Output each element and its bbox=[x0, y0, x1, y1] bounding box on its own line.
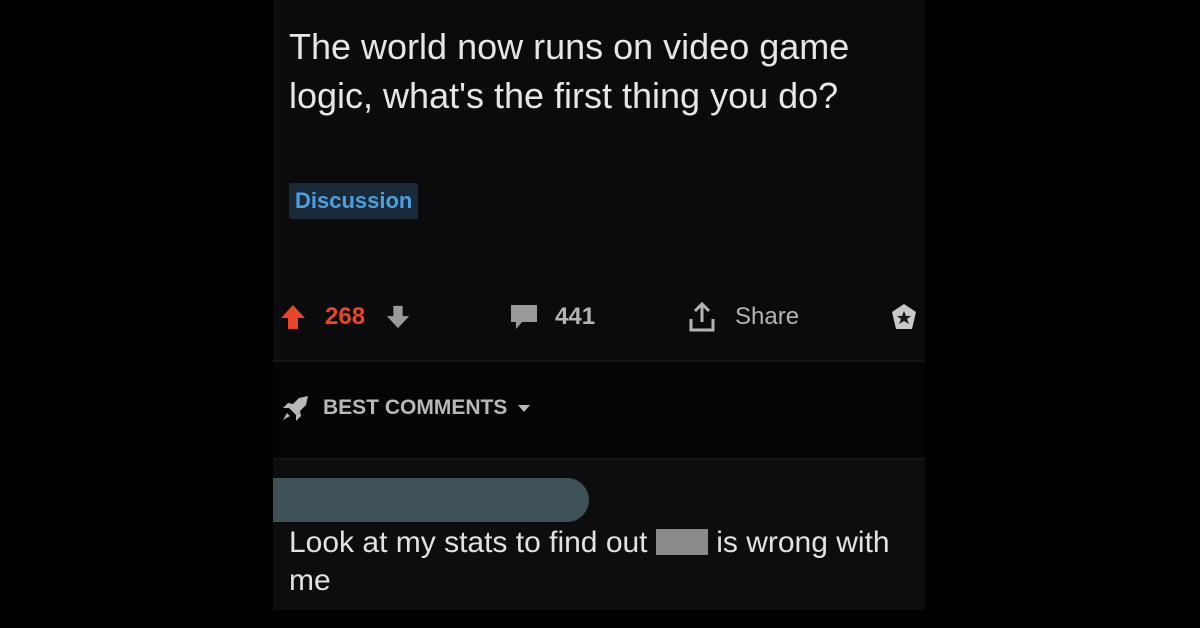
redacted-username bbox=[273, 478, 589, 522]
post-title[interactable]: The world now runs on video game logic, … bbox=[289, 22, 889, 120]
post-flair[interactable]: Discussion bbox=[289, 183, 419, 219]
award-button[interactable] bbox=[889, 295, 919, 339]
chevron-down-icon bbox=[517, 403, 531, 413]
rocket-icon bbox=[281, 394, 311, 422]
comment-text: Look at my stats to find out is wrong wi… bbox=[289, 524, 909, 600]
comment-icon bbox=[509, 303, 539, 331]
sort-label: BEST COMMENTS bbox=[323, 396, 508, 419]
comment-count: 441 bbox=[555, 303, 596, 330]
vote-group: 268 bbox=[279, 295, 411, 339]
post-action-bar: 268 441 Share bbox=[273, 295, 925, 339]
upvote-count: 268 bbox=[325, 303, 366, 330]
sort-dropdown[interactable]: BEST COMMENTS bbox=[281, 394, 531, 422]
share-button[interactable]: Share bbox=[687, 295, 799, 339]
redacted-word bbox=[655, 529, 708, 555]
award-icon bbox=[889, 302, 919, 332]
upvote-icon[interactable] bbox=[279, 303, 307, 331]
share-label: Share bbox=[735, 303, 800, 330]
comment-text-start: Look at my stats to find out bbox=[289, 526, 648, 559]
comments-button[interactable]: 441 bbox=[509, 295, 595, 339]
comment: Look at my stats to find out is wrong wi… bbox=[273, 460, 925, 610]
share-icon bbox=[687, 301, 717, 333]
comment-sort-bar: BEST COMMENTS bbox=[273, 360, 925, 460]
reddit-post-screenshot: The world now runs on video game logic, … bbox=[273, 0, 925, 610]
downvote-icon[interactable] bbox=[385, 304, 411, 330]
